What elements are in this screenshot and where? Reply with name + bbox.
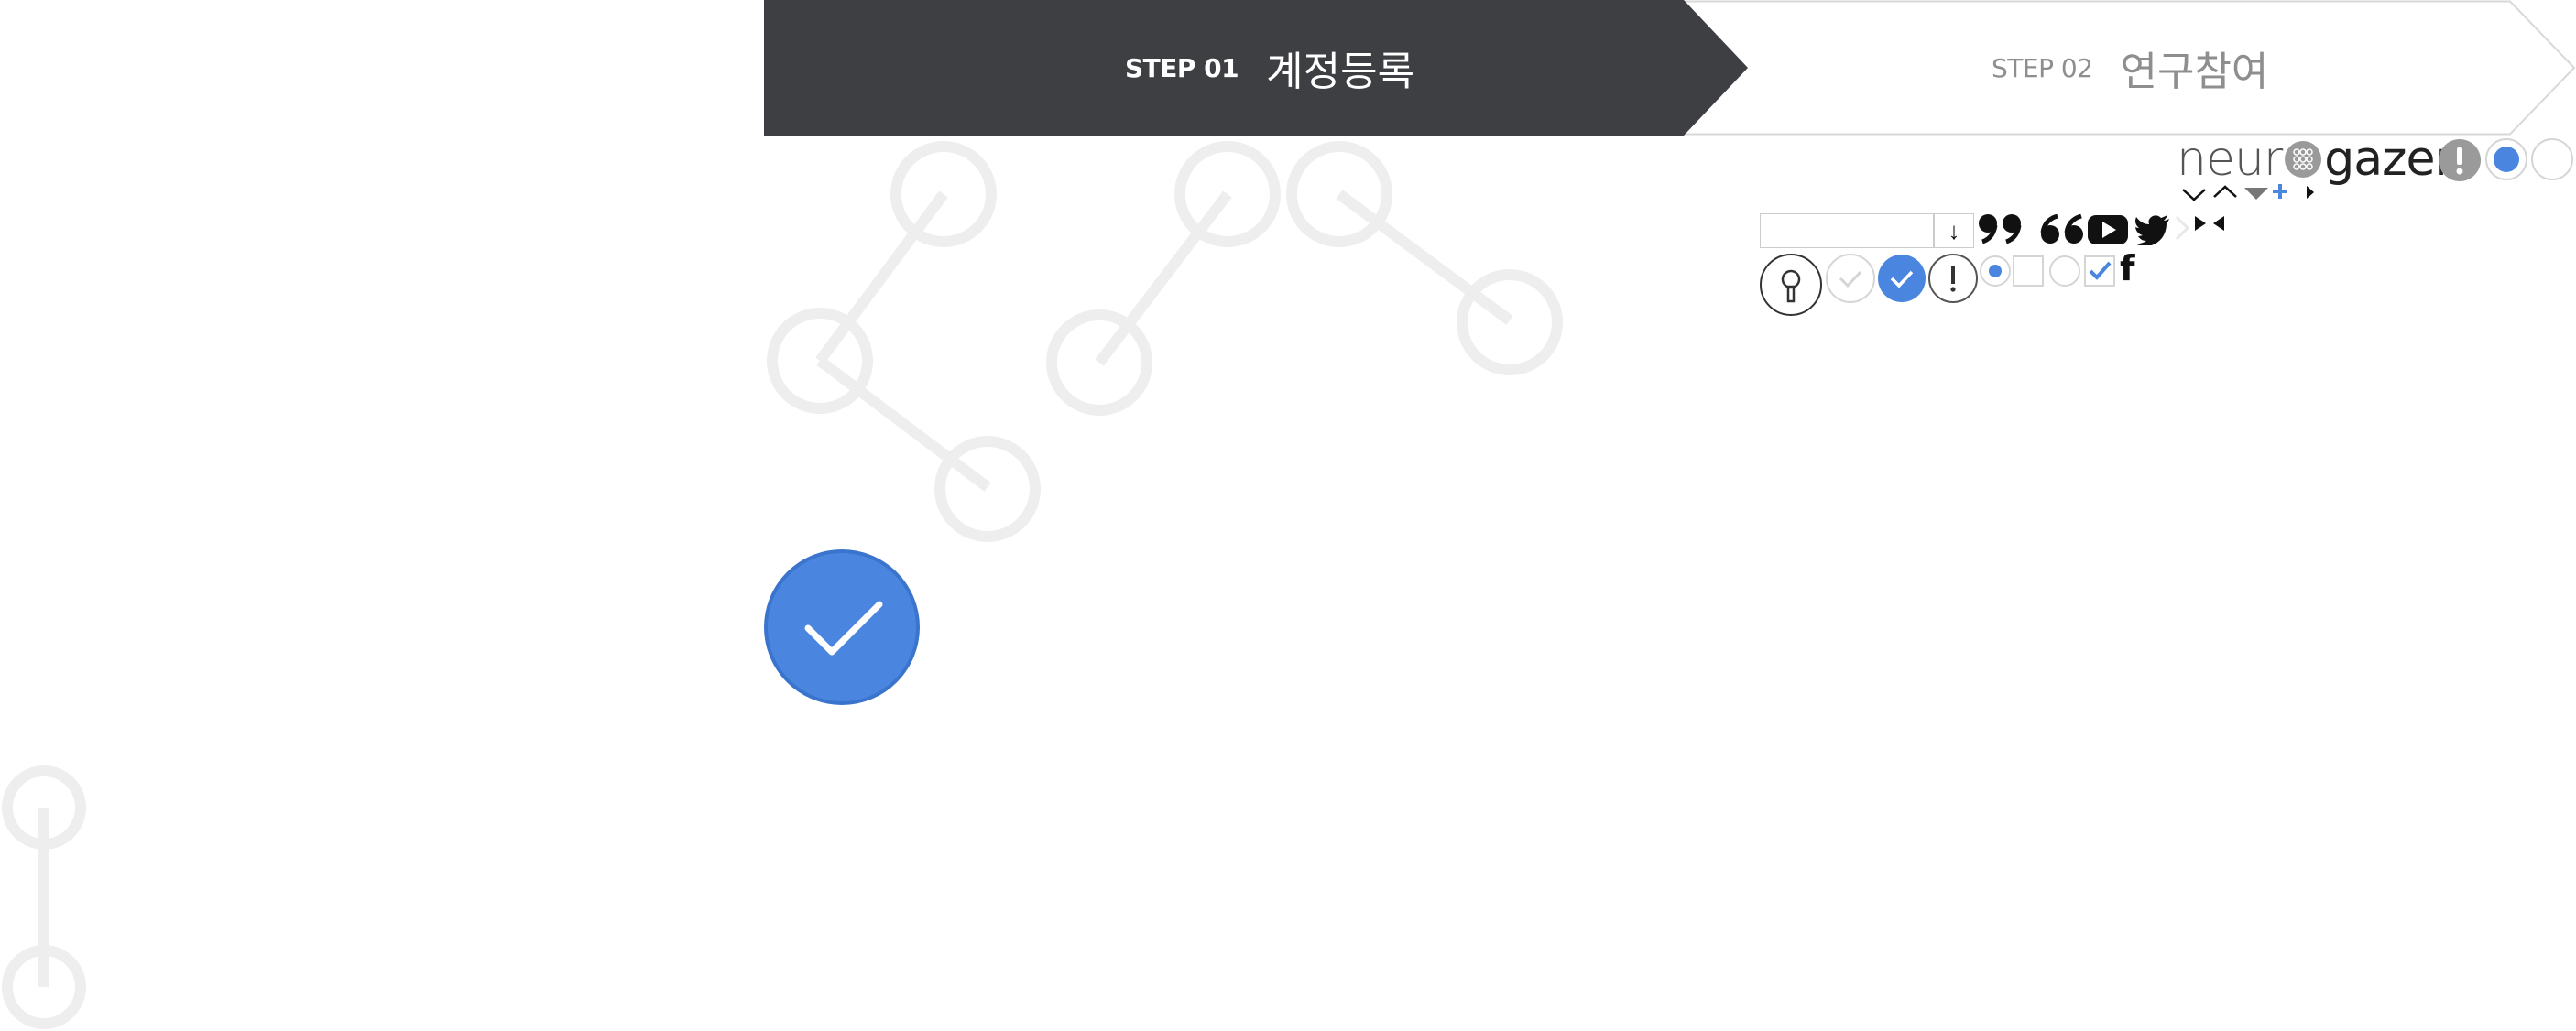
step-1-title: 계정등록: [1266, 49, 1415, 95]
check-filled-icon[interactable]: [1876, 253, 1927, 304]
radio-blue-icon[interactable]: [2484, 137, 2528, 181]
text-input-sprite[interactable]: [1760, 213, 1934, 248]
alert-icon: [1928, 254, 1978, 303]
chevron-up-icon: [2213, 185, 2237, 198]
youtube-icon[interactable]: [2087, 214, 2129, 245]
radio-empty-icon[interactable]: [2048, 255, 2081, 288]
check-complete-icon: [764, 549, 920, 705]
radio-selected-icon[interactable]: [1979, 255, 2012, 288]
download-arrow-icon: ↓: [1948, 216, 1960, 244]
step-2-number: STEP 02: [1992, 52, 2093, 83]
plus-icon: [2273, 184, 2287, 199]
radio-white-icon[interactable]: [2530, 137, 2574, 181]
download-button[interactable]: ↓: [1934, 213, 1974, 248]
twitter-icon[interactable]: [2134, 214, 2171, 245]
chevron-right-icon: [2175, 215, 2190, 241]
facebook-icon[interactable]: f: [2120, 251, 2135, 286]
logo-text-left: neur: [2177, 132, 2283, 187]
step-bar-shapes: [764, 0, 2576, 136]
quote-close-icon: [1979, 214, 2022, 244]
neurogazer-logo: neur gazer: [2177, 132, 2454, 187]
key-icon: [1760, 254, 1822, 316]
step-2-title: 연구참여: [2120, 49, 2269, 95]
warning-circle-icon: [2439, 139, 2481, 181]
checkbox-checked-icon[interactable]: [2083, 255, 2116, 288]
step-1: STEP 01 계정등록: [1125, 0, 1414, 136]
step-1-number: STEP 01: [1125, 52, 1239, 83]
quote-open-icon: [2040, 214, 2083, 244]
facebook-glyph: f: [2120, 248, 2135, 288]
logo-mark-icon: [2285, 141, 2322, 178]
step-2: STEP 02 연구참여: [1992, 0, 2268, 136]
checkbox-empty-icon[interactable]: [2012, 255, 2045, 288]
step-progress-bar: STEP 01 계정등록 STEP 02 연구참여: [764, 0, 2576, 136]
caret-down-icon: [2244, 188, 2268, 200]
logo-text-right: gazer: [2324, 132, 2454, 187]
caret-right-icon: [2307, 186, 2314, 199]
chevron-down-icon: [2182, 189, 2206, 201]
check-outline-icon[interactable]: [1825, 253, 1876, 304]
collapse-icon: [2195, 216, 2224, 231]
